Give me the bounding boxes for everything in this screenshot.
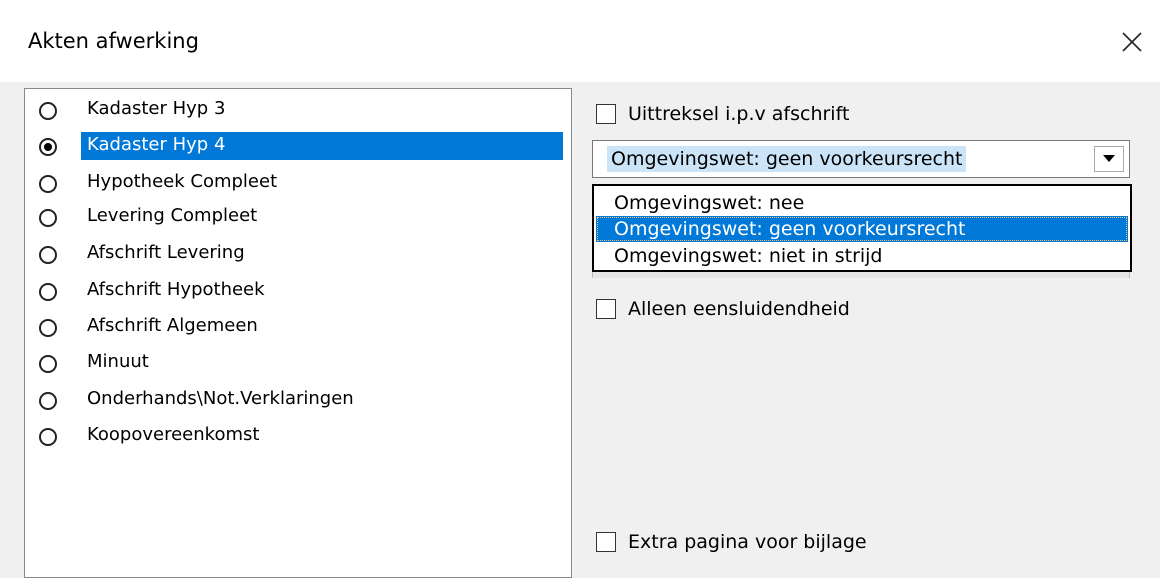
radio-afschrift-levering[interactable] [39, 246, 57, 264]
alleen-eensluidendheid-label: Alleen eensluidendheid [628, 298, 850, 320]
list-item-label: Afschrift Levering [87, 242, 245, 263]
list-item-label: Afschrift Hypotheek [87, 279, 265, 300]
radio-kadaster-hyp-3[interactable] [39, 102, 57, 120]
list-item[interactable]: Afschrift Hypotheek [25, 277, 571, 307]
omgevingswet-combobox[interactable]: Omgevingswet: geen voorkeursrecht [592, 140, 1130, 178]
combobox-dropdown-button[interactable] [1094, 146, 1124, 172]
combobox-value: Omgevingswet: geen voorkeursrecht [607, 146, 967, 172]
list-item-label: Koopovereenkomst [87, 424, 260, 445]
akte-type-list[interactable]: Kadaster Hyp 3 Kadaster Hyp 4 Hypotheek … [24, 88, 572, 578]
close-icon [1122, 32, 1142, 52]
radio-levering-compleet[interactable] [39, 209, 57, 227]
radio-minuut[interactable] [39, 355, 57, 373]
title-bar: Akten afwerking [0, 0, 1160, 82]
radio-koopovereenkomst[interactable] [39, 428, 57, 446]
alleen-eensluidendheid-checkbox[interactable] [596, 299, 616, 319]
list-item-label: Minuut [87, 351, 149, 372]
list-item[interactable]: Kadaster Hyp 4 [25, 132, 571, 162]
dropdown-option-niet-in-strijd[interactable]: Omgevingswet: niet in strijd [596, 243, 1128, 269]
radio-onderhands-not-verklaringen[interactable] [39, 392, 57, 410]
dropdown-option-nee[interactable]: Omgevingswet: nee [596, 190, 1128, 216]
list-item[interactable]: Kadaster Hyp 3 [25, 96, 571, 126]
chevron-down-icon [1103, 155, 1115, 162]
list-item-label: Afschrift Algemeen [87, 315, 258, 336]
list-item[interactable]: Afschrift Algemeen [25, 313, 571, 343]
close-button[interactable] [1112, 22, 1152, 62]
uittreksel-checkbox[interactable] [596, 104, 616, 124]
list-item-label: Kadaster Hyp 4 [81, 132, 563, 160]
radio-afschrift-algemeen[interactable] [39, 319, 57, 337]
list-item-label: Hypotheek Compleet [87, 171, 278, 192]
omgevingswet-dropdown-list[interactable]: Omgevingswet: nee Omgevingswet: geen voo… [592, 184, 1132, 272]
dropdown-option-geen-voorkeursrecht[interactable]: Omgevingswet: geen voorkeursrecht [596, 216, 1128, 242]
list-item-label: Kadaster Hyp 3 [87, 98, 226, 119]
list-item-label: Levering Compleet [87, 205, 258, 226]
radio-kadaster-hyp-4[interactable] [39, 138, 57, 156]
akten-afwerking-dialog: Akten afwerking Kadaster Hyp 3 Kadaster … [0, 0, 1160, 578]
extra-pagina-label: Extra pagina voor bijlage [628, 531, 867, 553]
list-item-label: Onderhands\Not.Verklaringen [87, 388, 354, 409]
extra-pagina-checkbox[interactable] [596, 532, 616, 552]
list-item[interactable]: Onderhands\Not.Verklaringen [25, 386, 571, 416]
list-item[interactable]: Minuut [25, 349, 571, 379]
list-item[interactable]: Afschrift Levering [25, 240, 571, 270]
uittreksel-label: Uittreksel i.p.v afschrift [628, 103, 850, 125]
list-item[interactable]: Koopovereenkomst [25, 422, 571, 452]
radio-hypotheek-compleet[interactable] [39, 175, 57, 193]
list-item[interactable]: Levering Compleet [25, 203, 571, 233]
list-item[interactable]: Hypotheek Compleet [25, 169, 571, 199]
radio-afschrift-hypotheek[interactable] [39, 283, 57, 301]
dialog-title: Akten afwerking [28, 29, 199, 53]
